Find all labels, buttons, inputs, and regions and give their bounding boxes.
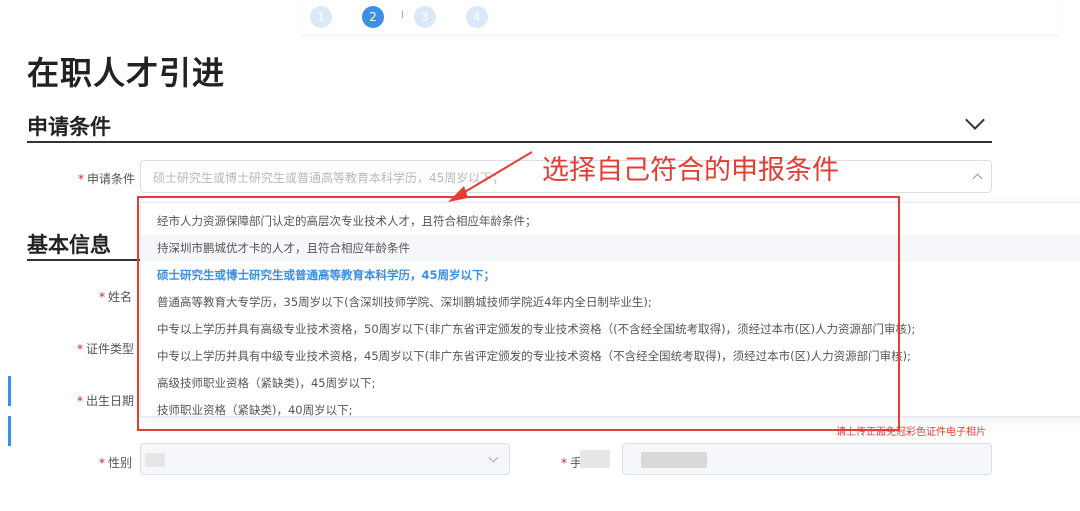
step-separator: i — [401, 8, 405, 21]
section-title-basic: 基本信息 — [27, 233, 111, 257]
gender-label: * 性别 — [99, 456, 133, 470]
chevron-down-icon — [488, 452, 499, 463]
collapse-chevron-icon[interactable] — [965, 110, 985, 130]
phone-label: * 手 — [561, 456, 583, 470]
step-3[interactable]: 3 — [414, 6, 436, 28]
annotation-callout: 选择自己符合的申报条件 — [542, 155, 839, 186]
step-4[interactable]: 4 — [466, 6, 488, 28]
condition-label: * 申请条件 — [78, 172, 136, 186]
name-label: * 姓名 — [99, 290, 133, 304]
redacted-value — [641, 452, 707, 468]
section-divider — [27, 259, 140, 261]
side-accent-bar — [8, 416, 11, 446]
step-1[interactable]: 1 — [310, 6, 332, 28]
section-divider — [27, 141, 992, 143]
step-indicator: 1 2 i 3 4 — [300, 0, 1060, 34]
annotation-arrow-icon — [448, 151, 533, 202]
annotation-highlight-box — [137, 196, 900, 431]
step-2[interactable]: 2 — [362, 6, 384, 28]
caret-up-icon — [972, 173, 983, 184]
birth-date-label: * 出生日期 — [77, 394, 135, 408]
section-title-conditions: 申请条件 — [27, 115, 111, 139]
redacted-label — [580, 450, 610, 468]
page-title: 在职人才引进 — [27, 54, 226, 92]
photo-upload-hint: 请上传正面免冠彩色证件电子相片 — [836, 427, 986, 438]
phone-input[interactable] — [622, 443, 992, 475]
side-accent-bar — [8, 376, 11, 406]
redacted-value — [145, 453, 165, 467]
gender-select[interactable] — [140, 443, 510, 475]
id-type-label: * 证件类型 — [77, 342, 135, 356]
